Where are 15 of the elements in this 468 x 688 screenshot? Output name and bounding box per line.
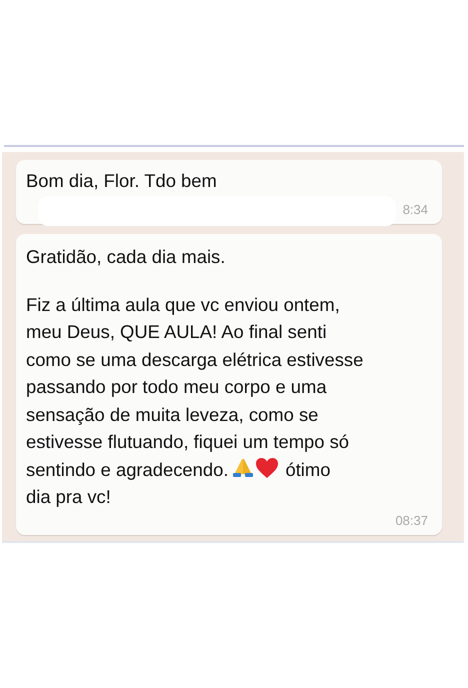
message-text: sentindo e agradecendo.	[26, 458, 228, 480]
message-text: dia pra vc!	[26, 486, 111, 507]
message-time: 8:34	[402, 202, 428, 218]
message-text: Fiz a última aula que vc enviou ontem,	[26, 294, 340, 314]
message-text: estivesse flutuando, fiquei um tempo só	[26, 431, 350, 452]
message-time: 08:37	[395, 512, 428, 528]
message-text: como se uma descarga elétrica estivesse	[26, 348, 364, 370]
message-text: Bom dia, Flor. Tdo bem	[26, 170, 217, 191]
praying-hands-icon	[232, 456, 254, 478]
message-text: meu Deus, QUE AULA! Ao final senti	[26, 321, 327, 342]
heart-icon	[255, 456, 280, 478]
message-text: passando por todo meu corpo e uma	[26, 376, 327, 397]
message-text: sensação de muita leveza, como se	[26, 404, 318, 424]
message-text: ótimo	[285, 458, 330, 480]
message-text: Gratidão, cada dia mais.	[26, 246, 226, 267]
